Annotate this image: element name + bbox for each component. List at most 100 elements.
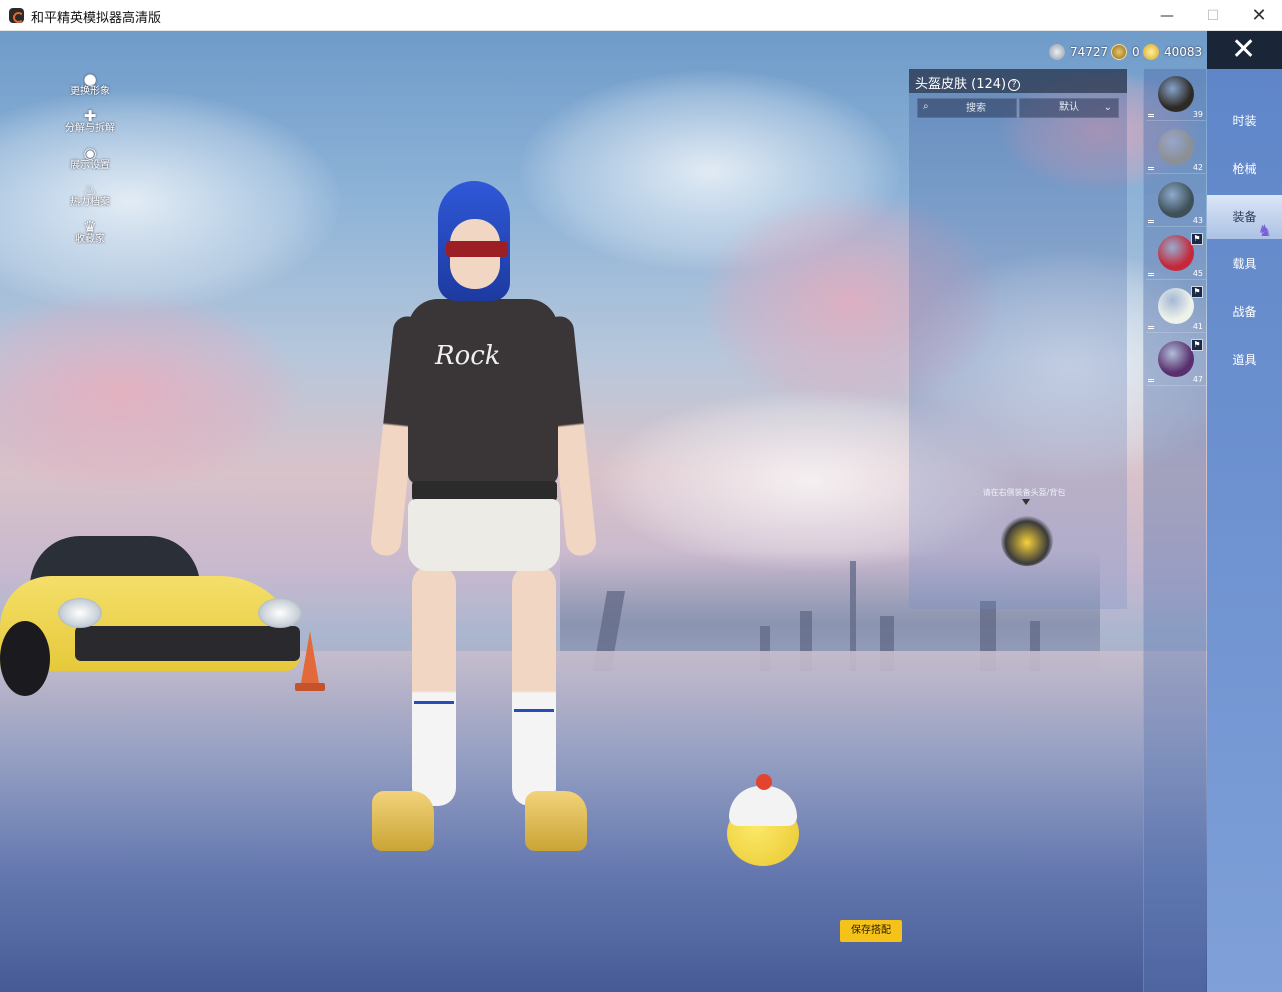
- character-shoe: [372, 791, 434, 851]
- cloud-decoration: [0, 291, 300, 491]
- hint-arrow-icon: [1022, 499, 1030, 505]
- chick-helmet-preview[interactable]: [1001, 514, 1053, 566]
- backpack-red-icon: [1158, 235, 1194, 271]
- tab-battle-prep[interactable]: 战备: [1207, 290, 1282, 334]
- skin-search-input[interactable]: [936, 99, 1016, 117]
- equip-hint-text: 请在右侧装备头盔/背包: [982, 488, 1066, 497]
- silver-coin-icon: [1049, 44, 1065, 60]
- tab-equipment[interactable]: 装备 ♞: [1207, 195, 1282, 239]
- category-tab-column: 时装 枪械 装备 ♞ 载具 战备 道具: [1207, 69, 1282, 992]
- character-shorts: [408, 499, 560, 571]
- info-icon[interactable]: ?: [1008, 79, 1021, 91]
- chick-pet[interactable]: [722, 771, 802, 871]
- menu-label: 热力档案: [70, 197, 110, 208]
- reflective-floor: [0, 651, 1282, 992]
- chick-helmet-knob: [756, 774, 772, 790]
- maximize-button[interactable]: ☐: [1190, 0, 1236, 31]
- tab-weapons[interactable]: 枪械: [1207, 147, 1282, 191]
- menu-change-appearance[interactable]: ● 更换形象: [55, 69, 125, 106]
- game-scene: Rock ● 更换形象 ✚ 分解与拆解 ◉ 展示设置 ♨ 热力档案 ♛ 收藏家 …: [0, 31, 1282, 992]
- helmet-skin-panel: 头盔皮肤 (124)? ⌕ 默认 ⌄ 请在右侧装备头盔/背包: [909, 69, 1127, 609]
- item-slot-helmet-level1[interactable]: 43: [1146, 177, 1206, 227]
- character-visor: [446, 241, 508, 257]
- item-slot-helmet-level2[interactable]: 42: [1146, 124, 1206, 174]
- panel-title-text: 头盔皮肤 (124): [915, 77, 1007, 92]
- currency-value: 40083: [1164, 45, 1203, 59]
- menu-collector[interactable]: ♛ 收藏家: [55, 217, 125, 254]
- item-slot-backpack-bunny[interactable]: ⚑ 41: [1146, 283, 1206, 333]
- item-level: 45: [1192, 269, 1203, 278]
- yellow-sports-car: [0, 536, 305, 696]
- tab-items[interactable]: 道具: [1207, 338, 1282, 382]
- helmet-level2-icon: [1158, 129, 1194, 165]
- chevron-down-icon: ⌄: [1103, 102, 1112, 113]
- search-icon: ⌕: [923, 101, 929, 112]
- window-close-button[interactable]: ✕: [1236, 0, 1282, 31]
- equipped-marker-icon: [1148, 114, 1154, 117]
- currency-value: 0: [1132, 45, 1140, 59]
- cloud-decoration: [0, 91, 340, 311]
- skin-badge-icon: ⚑: [1191, 233, 1203, 245]
- panel-header: 头盔皮肤 (124)?: [909, 69, 1127, 93]
- equipped-marker-icon: [1148, 379, 1154, 382]
- window-titlebar: 和平精英模拟器高清版 — ☐ ✕: [0, 0, 1282, 31]
- chick-helmet: [729, 786, 797, 826]
- window-title: 和平精英模拟器高清版: [31, 11, 162, 26]
- currency-token: 0: [1111, 43, 1140, 61]
- save-outfit-button[interactable]: 保存搭配: [840, 920, 902, 942]
- car-headlight: [58, 598, 102, 628]
- tab-label: 装备: [1232, 210, 1257, 224]
- item-level: 43: [1192, 216, 1203, 225]
- currency-gold: 40083: [1143, 43, 1202, 61]
- shirt-print: Rock: [435, 341, 501, 371]
- backpack-bunny-icon: [1158, 288, 1194, 324]
- item-slot-backpack-purple[interactable]: ⚑ 47: [1146, 336, 1206, 386]
- sock-stripe: [514, 709, 554, 712]
- currency-value: 74727: [1070, 45, 1109, 59]
- player-character[interactable]: Rock: [350, 181, 620, 901]
- sort-value: 默认: [1059, 102, 1079, 113]
- traffic-cone: [295, 631, 325, 691]
- skin-badge-icon: ⚑: [1191, 286, 1203, 298]
- app-logo-icon: [9, 8, 24, 23]
- equipment-item-list: 39 42 43 ⚑ 45 ⚑ 41 ⚑ 47: [1143, 69, 1206, 992]
- tab-fashion[interactable]: 时装: [1207, 99, 1282, 143]
- item-level: 42: [1192, 163, 1203, 172]
- item-slot-backpack-red[interactable]: ⚑ 45: [1146, 230, 1206, 280]
- close-icon[interactable]: ✕: [1231, 33, 1256, 67]
- menu-heat-archive[interactable]: ♨ 热力档案: [55, 180, 125, 217]
- menu-label: 分解与拆解: [65, 123, 115, 134]
- left-side-menu: ● 更换形象 ✚ 分解与拆解 ◉ 展示设置 ♨ 热力档案 ♛ 收藏家: [55, 69, 125, 254]
- menu-display-settings[interactable]: ◉ 展示设置: [55, 143, 125, 180]
- menu-label: 展示设置: [70, 160, 110, 171]
- character-shoe: [525, 791, 587, 851]
- item-level: 47: [1192, 375, 1203, 384]
- character-leg: [412, 566, 456, 806]
- sort-select[interactable]: 默认 ⌄: [1019, 98, 1119, 118]
- skin-badge-icon: ⚑: [1191, 339, 1203, 351]
- equipped-marker-icon: [1148, 220, 1154, 223]
- gold-coin-icon: [1143, 44, 1159, 60]
- item-level: 39: [1192, 110, 1203, 119]
- token-coin-icon: [1111, 44, 1127, 60]
- character-shirt: [408, 299, 558, 484]
- car-headlight: [258, 598, 302, 628]
- minimize-button[interactable]: —: [1144, 0, 1190, 31]
- menu-label: 收藏家: [75, 234, 105, 245]
- item-level: 41: [1192, 322, 1203, 331]
- tab-vehicles[interactable]: 载具: [1207, 242, 1282, 286]
- helmet-level3-icon: [1158, 76, 1194, 112]
- helmet-level1-icon: [1158, 182, 1194, 218]
- currency-silver: 74727: [1049, 43, 1108, 61]
- item-slot-helmet-level3[interactable]: 39: [1146, 71, 1206, 121]
- menu-decompose[interactable]: ✚ 分解与拆解: [55, 106, 125, 143]
- equipped-marker-icon: [1148, 326, 1154, 329]
- sock-stripe: [414, 701, 454, 704]
- skin-search-box[interactable]: ⌕: [917, 98, 1017, 118]
- panel-title: 头盔皮肤 (124)?: [915, 73, 1021, 92]
- car-wheel: [0, 621, 50, 696]
- equipped-marker-icon: [1148, 167, 1154, 170]
- character-leg: [512, 566, 556, 806]
- close-panel-area: ✕: [1207, 31, 1282, 69]
- dragon-mascot-icon: ♞: [1257, 221, 1272, 240]
